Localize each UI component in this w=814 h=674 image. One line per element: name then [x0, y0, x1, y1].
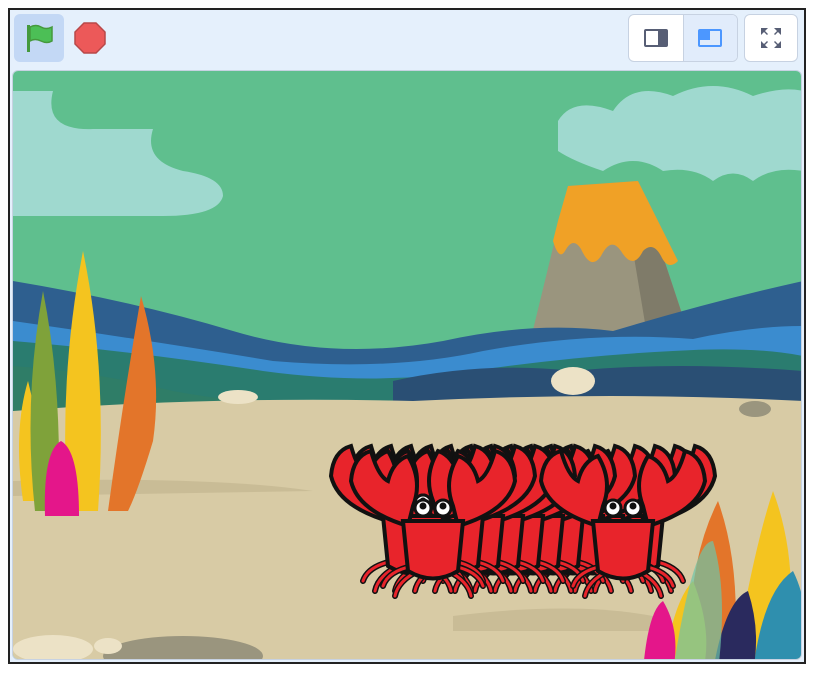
stop-button[interactable]: [68, 14, 112, 62]
stage-canvas[interactable]: [12, 70, 802, 660]
green-flag-icon: [27, 24, 53, 52]
stage-scene: [13, 71, 801, 659]
fullscreen-icon: [761, 28, 781, 48]
rock: [551, 367, 595, 395]
stage-size-toggle: [628, 14, 738, 62]
normal-stage-icon: [698, 29, 723, 47]
normal-stage-button[interactable]: [682, 15, 737, 61]
fullscreen-button[interactable]: [744, 14, 798, 62]
small-stage-button[interactable]: [629, 15, 683, 61]
green-flag-button[interactable]: [14, 14, 64, 62]
stop-sign-icon: [74, 22, 106, 54]
stage-window: [8, 8, 806, 664]
crab-sprites: [328, 443, 718, 599]
small-stage-icon: [643, 29, 668, 47]
stage-toolbar: [10, 10, 804, 70]
